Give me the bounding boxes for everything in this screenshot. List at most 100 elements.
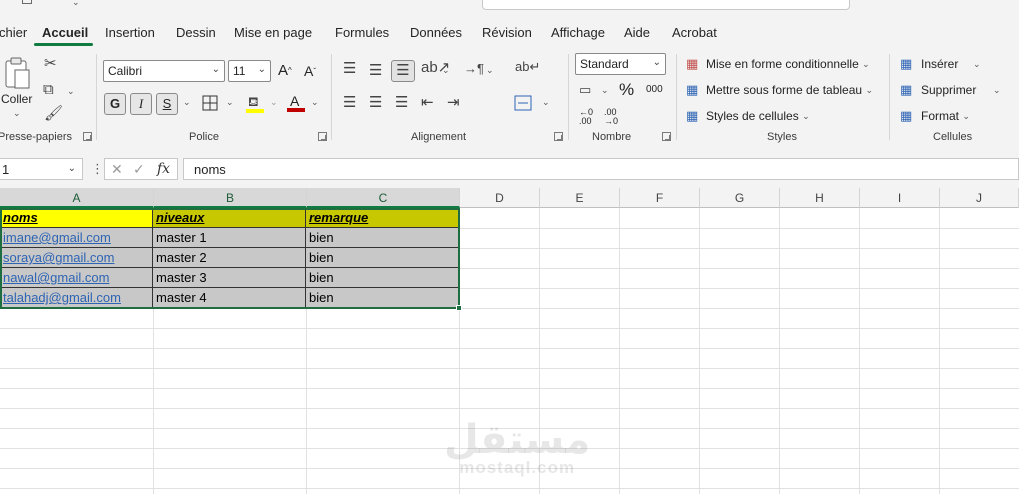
increase-indent-icon[interactable]: ⇥ xyxy=(447,95,460,110)
level-cell[interactable]: master 3 xyxy=(153,268,306,288)
copy-icon[interactable]: ⧉ xyxy=(43,82,54,97)
tab-revision[interactable]: Révision xyxy=(482,25,532,40)
level-cell[interactable]: master 4 xyxy=(153,288,306,308)
font-launcher-icon[interactable] xyxy=(318,132,327,141)
tab-donnees[interactable]: Données xyxy=(410,25,462,40)
decrease-indent-icon[interactable]: ⇤ xyxy=(421,95,434,110)
level-cell[interactable]: master 1 xyxy=(153,228,306,248)
remark-cell[interactable]: bien xyxy=(306,268,460,288)
number-format-select[interactable]: Standard ⌄ xyxy=(575,53,666,75)
column-header-d[interactable]: D xyxy=(460,188,540,208)
format-button[interactable]: Format ⌄ xyxy=(921,109,970,123)
italic-button[interactable]: I xyxy=(130,93,152,115)
column-header-i[interactable]: I xyxy=(860,188,940,208)
email-cell[interactable]: soraya@gmail.com xyxy=(0,248,153,268)
orientation-dropdown-icon[interactable]: ⌄ xyxy=(442,65,450,76)
paste-icon[interactable] xyxy=(4,56,32,90)
align-left-icon[interactable]: ☰ xyxy=(343,95,356,110)
delete-dropdown-icon[interactable]: ⌄ xyxy=(993,85,1001,96)
align-right-icon[interactable]: ☰ xyxy=(395,95,408,110)
remark-cell[interactable]: bien xyxy=(306,248,460,268)
alignment-launcher-icon[interactable] xyxy=(554,132,563,141)
tab-formules[interactable]: Formules xyxy=(335,25,389,40)
text-direction-icon[interactable]: →¶ xyxy=(464,62,484,75)
save-icon[interactable] xyxy=(22,0,32,4)
column-header-a[interactable]: A xyxy=(0,188,154,208)
column-header-f[interactable]: F xyxy=(620,188,700,208)
tab-acrobat[interactable]: Acrobat xyxy=(672,25,717,40)
merge-center-icon[interactable] xyxy=(514,95,532,111)
column-header-h[interactable]: H xyxy=(780,188,860,208)
remark-cell[interactable]: bien xyxy=(306,228,460,248)
shrink-font-icon[interactable]: Aˇ xyxy=(304,63,316,79)
font-color-dropdown-icon[interactable]: ⌄ xyxy=(311,97,319,108)
tab-aide[interactable]: Aide xyxy=(624,25,650,40)
tab-accueil[interactable]: Accueil xyxy=(42,25,88,40)
thousands-separator-button[interactable]: 000 xyxy=(646,84,663,95)
insert-function-icon[interactable]: fx xyxy=(157,161,170,177)
font-name-select[interactable]: Calibri ⌄ xyxy=(103,60,225,82)
align-top-icon[interactable]: ☰ xyxy=(343,61,356,76)
column-header-g[interactable]: G xyxy=(700,188,780,208)
search-box[interactable] xyxy=(482,0,850,10)
tab-dessin[interactable]: Dessin xyxy=(176,25,216,40)
insert-dropdown-icon[interactable]: ⌄ xyxy=(973,59,981,70)
align-center-icon[interactable]: ☰ xyxy=(369,95,382,110)
insert-button[interactable]: Insérer xyxy=(921,57,958,71)
column-header-j[interactable]: J xyxy=(940,188,1019,208)
column-header-c[interactable]: C xyxy=(307,188,460,208)
format-painter-icon[interactable]: 🖌 xyxy=(44,106,63,121)
column-header-e[interactable]: E xyxy=(540,188,620,208)
align-middle-icon[interactable]: ☰ xyxy=(369,63,382,78)
conditional-format-button[interactable]: Mise en forme conditionnelle ⌄ xyxy=(706,57,870,71)
bold-button[interactable]: G xyxy=(104,93,126,115)
tab-fichier[interactable]: chier xyxy=(0,25,27,40)
name-box[interactable]: 1 ⌄ xyxy=(0,158,83,180)
tab-affichage[interactable]: Affichage xyxy=(551,25,605,40)
header-cell-noms[interactable]: noms xyxy=(0,208,153,228)
format-as-table-button[interactable]: Mettre sous forme de tableau ⌄ xyxy=(706,83,873,97)
fill-color-dropdown-icon[interactable]: ⌄ xyxy=(270,97,278,108)
underline-button[interactable]: S xyxy=(156,93,178,115)
fill-handle[interactable] xyxy=(456,305,462,311)
delete-button[interactable]: Supprimer xyxy=(921,83,976,97)
cell-styles-button[interactable]: Styles de cellules ⌄ xyxy=(706,109,810,123)
clipboard-launcher-icon[interactable] xyxy=(83,132,92,141)
borders-dropdown-icon[interactable]: ⌄ xyxy=(226,97,234,108)
wrap-text-icon[interactable]: ab↵ xyxy=(515,60,540,73)
tab-insertion[interactable]: Insertion xyxy=(105,25,155,40)
enter-icon[interactable]: ✓ xyxy=(133,161,145,178)
cancel-icon[interactable]: ✕ xyxy=(111,161,123,178)
paste-label[interactable]: Coller xyxy=(1,92,32,106)
quick-access-dropdown-icon[interactable]: ⌄ xyxy=(72,0,80,8)
header-cell-remarque[interactable]: remarque xyxy=(306,208,460,228)
fill-color-icon[interactable]: ⛾ xyxy=(246,94,264,114)
decrease-decimal-button[interactable]: .00 →0 xyxy=(604,108,624,126)
tab-mise-en-page[interactable]: Mise en page xyxy=(234,25,312,40)
borders-icon[interactable] xyxy=(202,95,218,111)
font-size-select[interactable]: 11 ⌄ xyxy=(228,60,271,82)
merge-dropdown-icon[interactable]: ⌄ xyxy=(542,97,550,108)
align-bottom-button[interactable]: ☰ xyxy=(391,60,415,82)
email-cell[interactable]: imane@gmail.com xyxy=(0,228,153,248)
worksheet-grid[interactable]: A B C D E F G H I J noms niveaux remarqu… xyxy=(0,188,1019,494)
remark-cell[interactable]: bien xyxy=(306,288,460,308)
formula-input[interactable]: noms xyxy=(183,158,1019,180)
percent-button[interactable]: % xyxy=(619,80,634,100)
accounting-dropdown-icon[interactable]: ⌄ xyxy=(601,85,609,96)
email-cell[interactable]: nawal@gmail.com xyxy=(0,268,153,288)
underline-dropdown-icon[interactable]: ⌄ xyxy=(183,97,191,108)
increase-decimal-button[interactable]: ←0 .00 xyxy=(579,108,597,126)
grow-font-icon[interactable]: A ^ xyxy=(278,62,292,79)
level-cell[interactable]: master 2 xyxy=(153,248,306,268)
text-direction-dropdown-icon[interactable]: ⌄ xyxy=(486,65,494,76)
cut-icon[interactable]: ✂ xyxy=(44,56,57,71)
more-options-icon[interactable]: ⋮ xyxy=(91,161,104,177)
header-cell-niveaux[interactable]: niveaux xyxy=(153,208,306,228)
paste-dropdown-icon[interactable]: ⌄ xyxy=(13,108,21,119)
accounting-format-icon[interactable]: ▭ xyxy=(579,83,591,96)
email-cell[interactable]: talahadj@gmail.com xyxy=(0,288,153,308)
copy-dropdown-icon[interactable]: ⌄ xyxy=(67,86,75,97)
column-header-b[interactable]: B xyxy=(154,188,307,208)
font-color-icon[interactable]: A xyxy=(287,93,305,113)
